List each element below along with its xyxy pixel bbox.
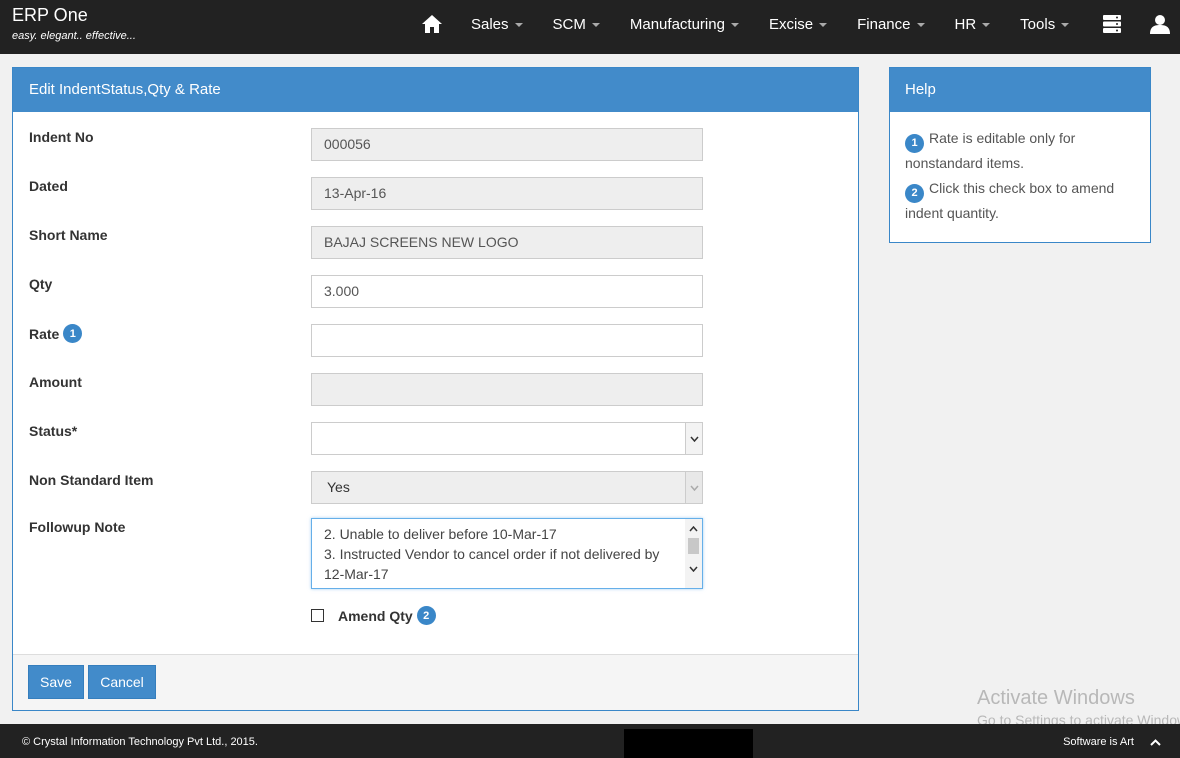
status-label: Status* (29, 423, 78, 439)
followup-textarea[interactable]: 2. Unable to deliver before 10-Mar-17 3.… (311, 518, 703, 589)
followup-line: 3. Instructed Vendor to cancel order if … (324, 546, 660, 562)
amend-qty-label[interactable]: Amend Qty (338, 608, 413, 624)
cancel-button[interactable]: Cancel (88, 665, 156, 699)
footer-copyright: © Crystal Information Technology Pvt Ltd… (22, 736, 258, 748)
rate-label-row: Rate 1 (29, 324, 83, 343)
help-badge-2: 2 (416, 606, 436, 625)
chevron-down-icon (916, 23, 925, 27)
indent-no-field[interactable]: 000056 (311, 128, 703, 161)
amend-qty-row: Amend Qty 2 (311, 606, 436, 625)
save-button[interactable]: Save (28, 665, 84, 699)
scroll-thumb[interactable] (688, 538, 699, 554)
help-panel: Help 1 Rate is editable only for nonstand… (889, 67, 1151, 243)
amount-field[interactable] (311, 373, 703, 406)
home-icon[interactable] (412, 0, 452, 48)
dated-label: Dated (29, 178, 68, 194)
rate-label: Rate (29, 325, 60, 342)
qty-label: Qty (29, 276, 53, 292)
chevron-up-icon[interactable] (1148, 735, 1162, 749)
dated-field[interactable]: 13-Apr-16 (311, 177, 703, 210)
panel-footer: Save Cancel (13, 654, 858, 710)
nav-tools[interactable]: Tools (1005, 0, 1084, 48)
panel-heading: Edit IndentStatus,Qty & Rate (13, 68, 858, 112)
status-select[interactable] (311, 422, 703, 455)
brand-title[interactable]: ERP One (12, 5, 136, 25)
help-item-text: Rate is editable only for nonstandard it… (905, 130, 1076, 171)
followup-line: 2. Unable to deliver before 10-Mar-17 (324, 526, 557, 542)
footer-slogan: Software is Art (1063, 736, 1134, 748)
main-nav: Sales SCM Manufacturing Excise Finance H… (412, 0, 1180, 48)
nav-scm-label: SCM (552, 15, 586, 33)
followup-line: 12-Mar-17 (324, 566, 389, 582)
edit-panel: Edit IndentStatus,Qty & Rate Indent No 0… (12, 67, 859, 711)
chevron-down-icon (819, 23, 828, 27)
nav-manufacturing[interactable]: Manufacturing (615, 0, 754, 48)
non-standard-select[interactable]: Yes (311, 471, 703, 504)
followup-text: 2. Unable to deliver before 10-Mar-17 3.… (324, 524, 680, 584)
nav-hr[interactable]: HR (940, 0, 1006, 48)
nav-scm[interactable]: SCM (538, 0, 615, 48)
non-standard-select-value: Yes (327, 479, 350, 495)
top-navbar: ERP One easy. elegant.. effective... Sal… (0, 0, 1180, 54)
short-name-label: Short Name (29, 227, 108, 243)
chevron-down-icon[interactable] (685, 472, 702, 503)
scroll-down-icon[interactable] (685, 561, 702, 576)
scroll-up-icon[interactable] (685, 521, 702, 536)
nav-tools-label: Tools (1020, 15, 1056, 33)
help-badge-1: 1 (63, 324, 83, 343)
nav-manufacturing-label: Manufacturing (629, 15, 725, 33)
followup-label: Followup Note (29, 519, 126, 535)
help-badge-1: 1 (905, 133, 924, 153)
help-heading: Help (890, 68, 1150, 112)
brand[interactable]: ERP One easy. elegant.. effective... (12, 5, 136, 42)
rate-field[interactable] (311, 324, 703, 357)
footer-redacted-block (624, 729, 753, 758)
nav-finance-label: Finance (857, 15, 911, 33)
help-item: 2 Click this check box to amend indent qu… (905, 178, 1140, 223)
indent-no-label: Indent No (29, 129, 94, 145)
textarea-scrollbar[interactable] (685, 519, 702, 588)
chevron-down-icon (514, 23, 523, 27)
help-item: 1 Rate is editable only for nonstandard i… (905, 128, 1140, 173)
database-icon[interactable] (1090, 0, 1134, 48)
user-icon[interactable] (1138, 0, 1180, 48)
brand-tagline: easy. elegant.. effective... (12, 30, 136, 42)
watermark-title: Activate Windows (977, 687, 1135, 709)
nav-sales[interactable]: Sales (456, 0, 538, 48)
amend-qty-checkbox[interactable] (311, 609, 324, 622)
nav-sales-label: Sales (471, 15, 509, 33)
help-item-text: Click this check box to amend indent qua… (905, 180, 1115, 221)
non-standard-label: Non Standard Item (29, 472, 154, 488)
help-badge-2: 2 (905, 183, 924, 203)
chevron-down-icon (1061, 23, 1070, 27)
qty-field[interactable]: 3.000 (311, 275, 703, 308)
amount-label: Amount (29, 374, 82, 390)
chevron-down-icon (591, 23, 600, 27)
chevron-down-icon[interactable] (685, 423, 702, 454)
short-name-field[interactable]: BAJAJ SCREENS NEW LOGO (311, 226, 703, 259)
page-footer: © Crystal Information Technology Pvt Ltd… (0, 724, 1180, 758)
chevron-down-icon (982, 23, 991, 27)
chevron-down-icon (730, 23, 739, 27)
nav-excise[interactable]: Excise (754, 0, 842, 48)
nav-hr-label: HR (954, 15, 977, 33)
nav-excise-label: Excise (768, 15, 814, 33)
nav-finance[interactable]: Finance (842, 0, 939, 48)
